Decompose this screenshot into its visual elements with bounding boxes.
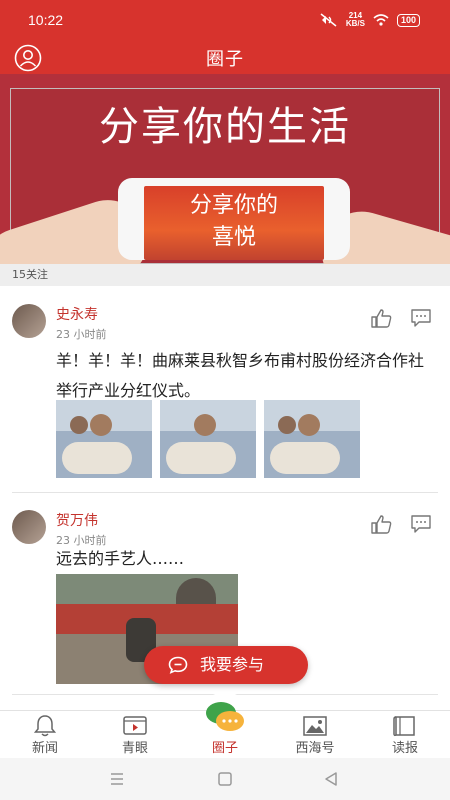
post-photo[interactable] bbox=[160, 400, 256, 478]
post-text: 远去的手艺人…… bbox=[56, 549, 185, 568]
battery-icon: 100 bbox=[396, 13, 420, 27]
bottom-tab-bar: 新闻 青眼 圈子 西海号 读报 bbox=[0, 702, 450, 759]
thumbs-up-icon[interactable] bbox=[370, 308, 392, 328]
tab-label: 圈子 bbox=[211, 741, 238, 756]
video-icon bbox=[123, 716, 147, 735]
banner-slogan: 分享你的生活 bbox=[99, 104, 351, 150]
tab-circle[interactable]: 圈子 bbox=[190, 702, 260, 759]
status-bar: 10:22 214 KB/S 100 bbox=[0, 0, 450, 40]
chat-plus-icon bbox=[168, 656, 188, 674]
app-header: 圈子 bbox=[0, 40, 450, 74]
comment-icon[interactable] bbox=[410, 308, 432, 328]
book-icon bbox=[393, 716, 415, 737]
follow-count[interactable]: 15关注 bbox=[0, 264, 450, 286]
phone-slogan: 分享你的 喜悦 bbox=[144, 190, 324, 254]
phone-graphic: 分享你的 喜悦 bbox=[118, 178, 350, 260]
back-icon[interactable] bbox=[322, 770, 340, 788]
speed-unit: KB/S bbox=[345, 19, 365, 28]
page-title: 圈子 bbox=[206, 49, 244, 70]
menu-icon[interactable] bbox=[108, 770, 126, 788]
tab-news[interactable]: 新闻 bbox=[10, 711, 80, 759]
tab-label: 青眼 bbox=[121, 741, 148, 756]
phone-screen: 分享你的 喜悦 bbox=[144, 186, 324, 260]
phone-slogan-line2: 喜悦 bbox=[211, 225, 256, 250]
post-author[interactable]: 贺万伟 bbox=[56, 510, 98, 530]
banner-image[interactable]: 分享你的生活 分享你的 喜悦 bbox=[0, 74, 450, 264]
phone-slogan-line1: 分享你的 bbox=[189, 193, 278, 218]
avatar[interactable] bbox=[12, 510, 46, 544]
mute-icon bbox=[320, 13, 337, 27]
wifi-icon bbox=[373, 14, 389, 26]
tab-xihaihao[interactable]: 西海号 bbox=[280, 711, 350, 759]
chat-bubbles-icon bbox=[206, 702, 244, 731]
tab-label: 新闻 bbox=[31, 741, 58, 756]
tab-read-paper[interactable]: 读报 bbox=[370, 711, 440, 759]
home-icon[interactable] bbox=[216, 770, 234, 788]
join-button[interactable]: 我要参与 bbox=[144, 646, 308, 684]
picture-icon bbox=[303, 716, 327, 736]
post-photo[interactable] bbox=[56, 400, 152, 478]
bell-icon bbox=[33, 715, 57, 737]
post-author[interactable]: 史永寿 bbox=[56, 304, 98, 324]
clock: 10:22 bbox=[28, 12, 64, 28]
post-text: 羊！羊！羊！曲麻莱县秋智乡布甫村股份经济合作社举行产业分红仪式。 bbox=[56, 351, 425, 400]
post-photos bbox=[56, 400, 360, 478]
tab-label: 读报 bbox=[391, 741, 418, 756]
join-button-label: 我要参与 bbox=[200, 655, 265, 674]
post-photo[interactable] bbox=[264, 400, 360, 478]
avatar[interactable] bbox=[12, 304, 46, 338]
system-nav-bar bbox=[0, 758, 450, 800]
network-speed: 214 KB/S bbox=[346, 12, 365, 28]
thumbs-up-icon[interactable] bbox=[370, 514, 392, 534]
post-time: 23 小时前 bbox=[56, 328, 107, 341]
tab-qingyan[interactable]: 青眼 bbox=[100, 711, 170, 759]
status-icons: 214 KB/S 100 bbox=[320, 12, 420, 28]
divider bbox=[12, 492, 438, 493]
tab-label: 西海号 bbox=[295, 741, 335, 756]
comment-icon[interactable] bbox=[410, 514, 432, 534]
